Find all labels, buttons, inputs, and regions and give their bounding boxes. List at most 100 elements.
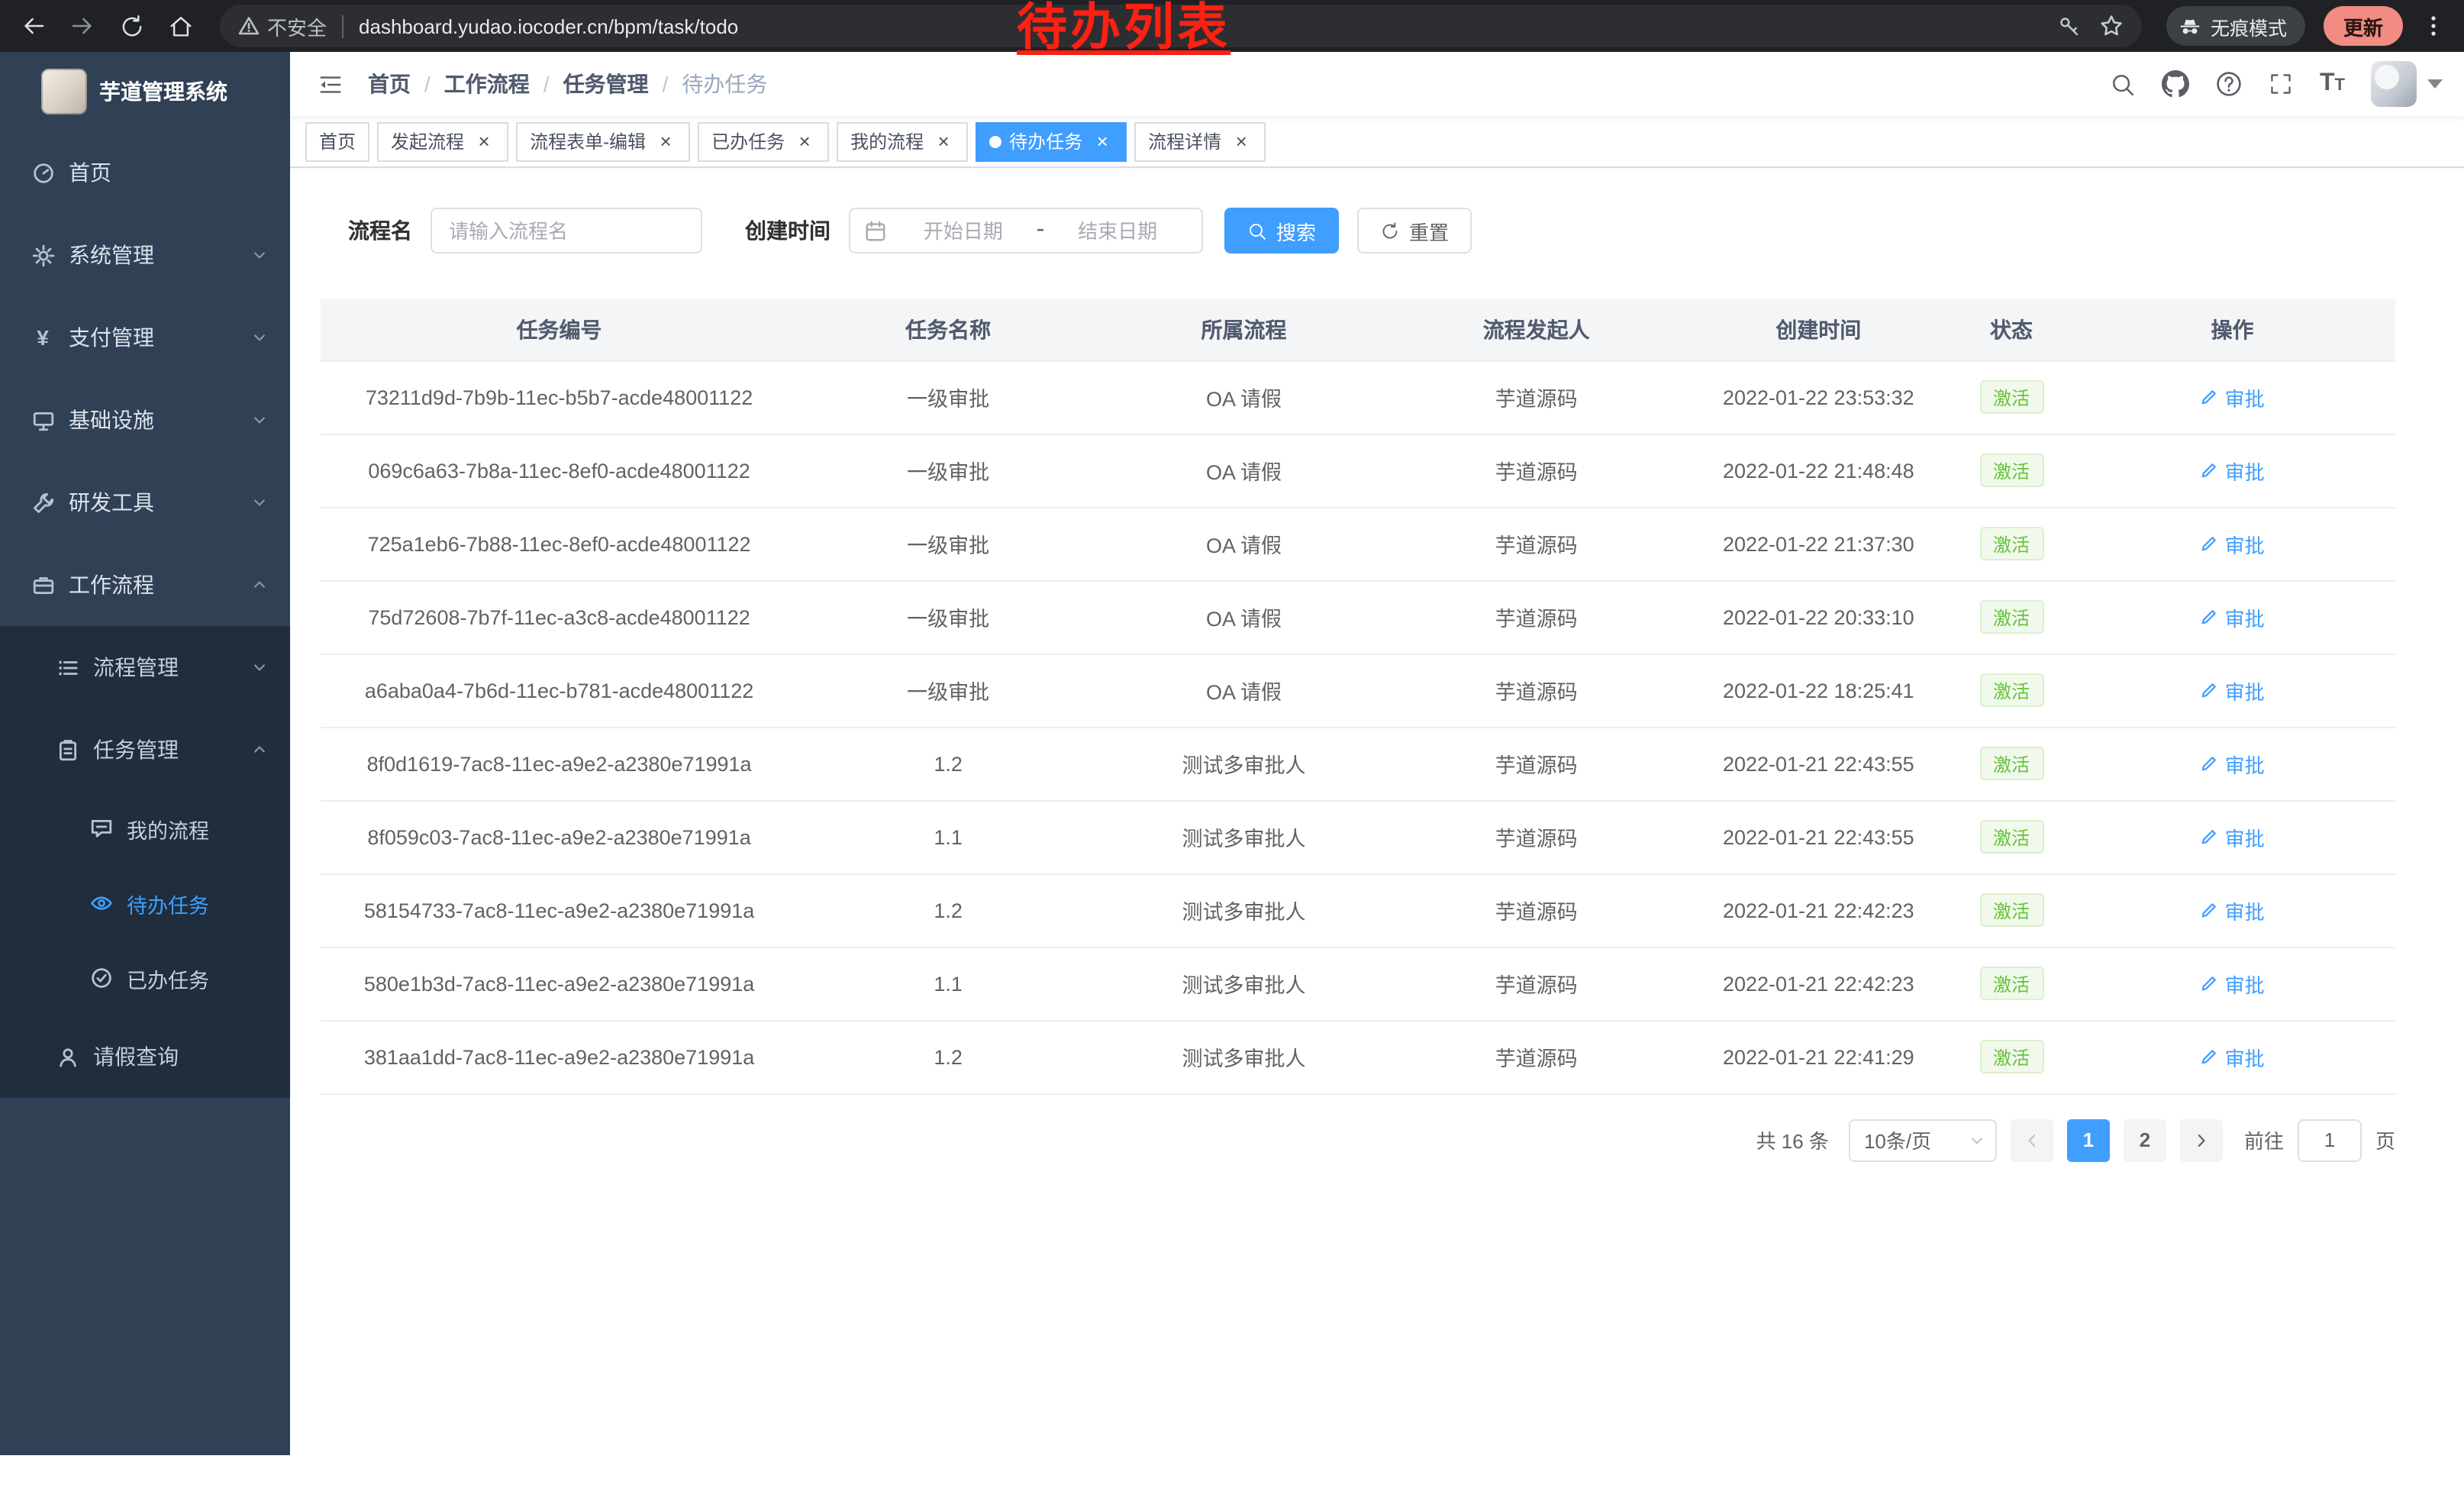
address-bar[interactable]: 不安全 dashboard.yudao.iocoder.cn/bpm/task/…: [220, 5, 2142, 47]
tab-close-icon[interactable]: [473, 131, 495, 152]
sidebar-item-infrastructure[interactable]: 基础设施: [0, 379, 290, 461]
approve-link[interactable]: 审批: [2201, 529, 2265, 558]
approve-link[interactable]: 审批: [2201, 1042, 2265, 1071]
end-date-input[interactable]: [1047, 219, 1188, 242]
edit-pen-icon: [2201, 461, 2219, 479]
search-icon[interactable]: [2111, 71, 2137, 97]
edit-pen-icon: [2201, 388, 2219, 406]
incognito-label: 无痕模式: [2211, 11, 2287, 40]
breadcrumb-home[interactable]: 首页: [368, 69, 444, 99]
next-page-button[interactable]: [2180, 1118, 2223, 1161]
page-button-2[interactable]: 2: [2124, 1118, 2166, 1161]
cell-task-name: 一级审批: [798, 580, 1098, 654]
col-task-id: 任务编号: [321, 299, 798, 360]
tab[interactable]: 流程详情: [1134, 121, 1266, 161]
tab[interactable]: 我的流程: [837, 121, 968, 161]
task-table-body: 73211d9d-7b9b-11ec-b5b7-acde48001122 一级审…: [321, 360, 2395, 1093]
approve-label: 审批: [2225, 1042, 2265, 1071]
wrench-icon: [31, 491, 55, 514]
cell-task-name: 一级审批: [798, 360, 1098, 434]
tab-close-icon[interactable]: [794, 131, 815, 152]
tab-close-icon[interactable]: [933, 131, 954, 152]
reset-button[interactable]: 重置: [1357, 208, 1472, 253]
breadcrumb-workflow[interactable]: 工作流程: [444, 69, 563, 99]
sidebar-item-process-mgmt[interactable]: 流程管理: [0, 626, 290, 709]
chat-person-icon: [89, 817, 113, 840]
tab-label: 发起流程: [391, 128, 464, 154]
search-button[interactable]: 搜索: [1224, 208, 1339, 253]
page-url: dashboard.yudao.iocoder.cn/bpm/task/todo: [359, 15, 738, 37]
tab-close-icon[interactable]: [655, 131, 676, 152]
browser-update-button[interactable]: 更新: [2324, 6, 2403, 46]
cell-process: OA 请假: [1098, 360, 1389, 434]
tab[interactable]: 待办任务: [976, 121, 1127, 161]
sidebar-item-devtools[interactable]: 研发工具: [0, 461, 290, 544]
approve-link[interactable]: 审批: [2201, 749, 2265, 778]
chevron-down-icon: [1969, 1132, 1985, 1148]
col-created: 创建时间: [1684, 299, 1953, 360]
sidebar-toggle-icon[interactable]: [305, 71, 356, 97]
tab-close-icon[interactable]: [1092, 131, 1113, 152]
page-size-select[interactable]: 10条/页: [1849, 1118, 1997, 1161]
approve-label: 审批: [2225, 896, 2265, 925]
breadcrumb-task-mgmt[interactable]: 任务管理: [563, 69, 682, 99]
filter-bar: 流程名 创建时间 - 搜索: [321, 208, 2395, 253]
approve-link[interactable]: 审批: [2201, 383, 2265, 412]
goto-page-input[interactable]: [2298, 1118, 2362, 1161]
sidebar-item-system[interactable]: 系统管理: [0, 214, 290, 296]
browser-chrome: 不安全 dashboard.yudao.iocoder.cn/bpm/task/…: [0, 0, 2464, 52]
font-size-icon[interactable]: TT: [2320, 72, 2345, 96]
date-range-picker[interactable]: -: [849, 208, 1203, 253]
process-name-input[interactable]: [431, 208, 702, 253]
user-avatar[interactable]: [2371, 61, 2417, 107]
user-menu[interactable]: [2371, 61, 2443, 107]
page-button-1[interactable]: 1: [2067, 1118, 2110, 1161]
cell-actions: 审批: [2069, 1020, 2395, 1093]
sidebar-item-home[interactable]: 首页: [0, 131, 290, 214]
fullscreen-icon[interactable]: [2269, 72, 2294, 96]
col-process: 所属流程: [1098, 299, 1389, 360]
sidebar-item-leave-query[interactable]: 请假查询: [0, 1015, 290, 1098]
security-warning[interactable]: 不安全: [238, 11, 327, 40]
sidebar-item-workflow[interactable]: 工作流程: [0, 544, 290, 626]
cell-status: 激活: [1953, 434, 2069, 507]
approve-link[interactable]: 审批: [2201, 969, 2265, 998]
browser-menu-icon[interactable]: [2415, 14, 2452, 38]
cell-process: OA 请假: [1098, 507, 1389, 580]
browser-home-button[interactable]: [159, 5, 202, 47]
approve-label: 审批: [2225, 602, 2265, 631]
sidebar-item-task-mgmt[interactable]: 任务管理: [0, 709, 290, 791]
tab-close-icon[interactable]: [1230, 131, 1252, 152]
cell-initiator: 芋道源码: [1389, 1020, 1684, 1093]
tab[interactable]: 首页: [305, 121, 369, 161]
cell-created: 2022-01-22 20:33:10: [1684, 580, 1953, 654]
sidebar-item-todo-tasks[interactable]: 待办任务: [0, 866, 290, 941]
tab-label: 我的流程: [850, 128, 924, 154]
approve-link[interactable]: 审批: [2201, 896, 2265, 925]
approve-link[interactable]: 审批: [2201, 602, 2265, 631]
tab[interactable]: 已办任务: [698, 121, 829, 161]
cell-initiator: 芋道源码: [1389, 800, 1684, 873]
cell-actions: 审批: [2069, 800, 2395, 873]
approve-link[interactable]: 审批: [2201, 456, 2265, 485]
tab[interactable]: 发起流程: [377, 121, 508, 161]
approve-link[interactable]: 审批: [2201, 822, 2265, 851]
browser-reload-button[interactable]: [110, 5, 153, 47]
cell-created: 2022-01-22 18:25:41: [1684, 654, 1953, 727]
chevron-down-icon: [252, 330, 267, 345]
table-row: 725a1eb6-7b88-11ec-8ef0-acde48001122 一级审…: [321, 507, 2395, 580]
sidebar-item-my-process[interactable]: 我的流程: [0, 791, 290, 866]
browser-back-button[interactable]: [12, 5, 55, 47]
sidebar-item-done-tasks[interactable]: 已办任务: [0, 941, 290, 1015]
start-date-input[interactable]: [893, 219, 1034, 242]
help-icon[interactable]: [2216, 70, 2243, 98]
github-icon[interactable]: [2162, 70, 2190, 98]
sidebar-item-payment[interactable]: ¥ 支付管理: [0, 296, 290, 379]
approve-link[interactable]: 审批: [2201, 676, 2265, 705]
bookmark-star-icon[interactable]: [2099, 14, 2124, 38]
cell-status: 激活: [1953, 360, 2069, 434]
prev-page-button[interactable]: [2011, 1118, 2053, 1161]
browser-forward-button[interactable]: [61, 5, 104, 47]
tab[interactable]: 流程表单-编辑: [516, 121, 690, 161]
password-key-icon[interactable]: [2058, 15, 2081, 37]
